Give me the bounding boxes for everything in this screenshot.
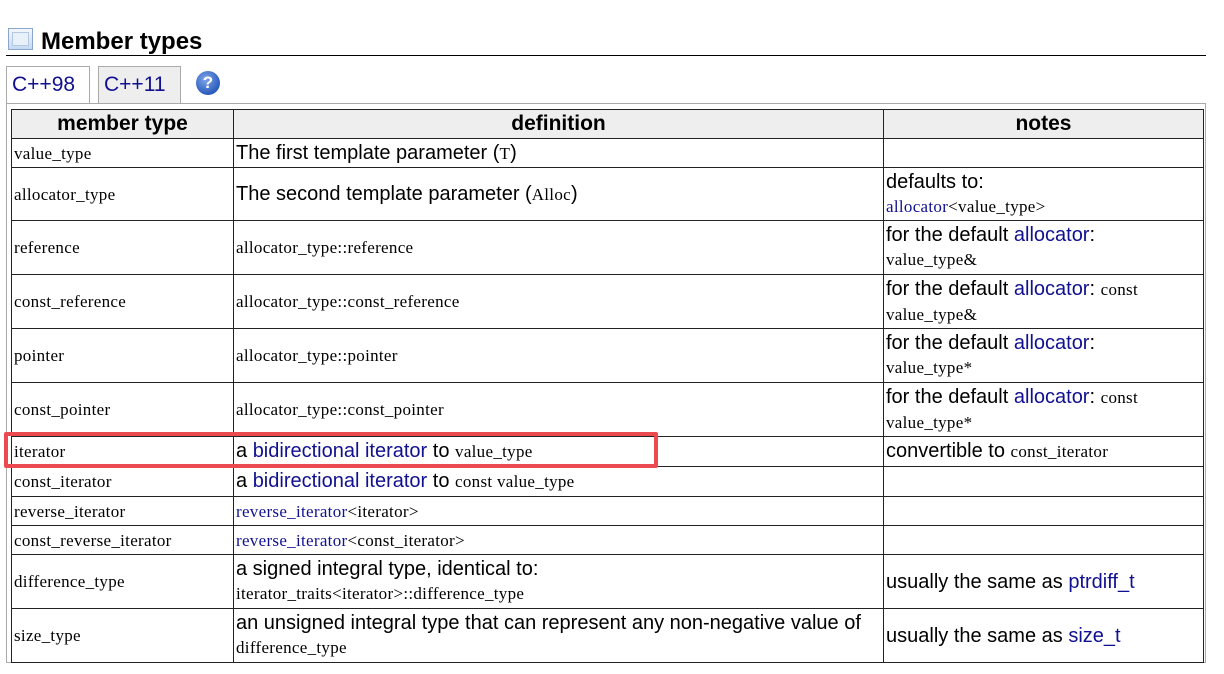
table-row: size_type an unsigned integral type that… [11, 608, 1204, 663]
member-name: size_type [11, 608, 234, 663]
definition-cell: a bidirectional iterator to const value_… [233, 466, 884, 497]
definition-cell: allocator_type::const_reference [233, 274, 884, 329]
definition-cell: reverse_iterator<const_iterator> [233, 525, 884, 555]
definition-cell: The second template parameter (Alloc) [233, 167, 884, 221]
notes-cell: for the default allocator: value_type* [883, 328, 1204, 383]
member-name: difference_type [11, 554, 234, 609]
allocator-link[interactable]: allocator [1014, 224, 1090, 246]
notes-cell: for the default allocator: value_type& [883, 220, 1204, 275]
table-row: const_pointer allocator_type::const_poin… [11, 382, 1204, 437]
tab-cpp98[interactable]: C++98 [6, 66, 90, 104]
definition-cell: reverse_iterator<iterator> [233, 496, 884, 526]
table-header-row: member type definition notes [11, 109, 1204, 139]
table-row: reverse_iterator reverse_iterator<iterat… [11, 496, 1204, 526]
member-name: value_type [11, 138, 234, 168]
notes-cell: convertible to const_iterator [883, 436, 1204, 467]
section-header: Member types [6, 26, 1206, 56]
definition-cell: allocator_type::reference [233, 220, 884, 275]
table-row: const_iterator a bidirectional iterator … [11, 466, 1204, 497]
definition-cell: allocator_type::const_pointer [233, 382, 884, 437]
allocator-link[interactable]: allocator [1014, 278, 1090, 300]
iterator-row-highlight [4, 432, 658, 468]
member-name: allocator_type [11, 167, 234, 221]
size-t-link[interactable]: size_t [1068, 625, 1120, 647]
table-row: pointer allocator_type::pointer for the … [11, 328, 1204, 383]
header-member-type: member type [11, 109, 234, 139]
member-types-table: member type definition notes value_type … [11, 109, 1204, 663]
member-name: pointer [11, 328, 234, 383]
header-notes: notes [883, 109, 1204, 139]
table-row: value_type The first template parameter … [11, 138, 1204, 168]
table-row: const_reference allocator_type::const_re… [11, 274, 1204, 329]
reverse-iterator-link[interactable]: reverse_iterator [236, 502, 347, 521]
section-title: Member types [41, 28, 203, 55]
notes-cell: for the default allocator: const value_ty… [883, 382, 1204, 437]
notes-cell [883, 466, 1204, 497]
table-row: const_reverse_iterator reverse_iterator<… [11, 525, 1204, 555]
notes-cell: usually the same as ptrdiff_t [883, 554, 1204, 609]
help-icon[interactable]: ? [196, 71, 220, 95]
tab-cpp11[interactable]: C++11 [98, 66, 181, 104]
allocator-link[interactable]: allocator [1014, 386, 1090, 408]
definition-cell: a signed integral type, identical to: ite… [233, 554, 884, 609]
reverse-iterator-link[interactable]: reverse_iterator [236, 531, 347, 550]
bidirectional-iterator-link[interactable]: bidirectional iterator [253, 470, 428, 492]
allocator-link[interactable]: allocator [886, 197, 948, 216]
header-definition: definition [233, 109, 884, 139]
member-name: const_reverse_iterator [11, 525, 234, 555]
notes-cell [883, 525, 1204, 555]
table-row: allocator_type The second template param… [11, 167, 1204, 221]
notes-cell: usually the same as size_t [883, 608, 1204, 663]
member-name: const_reference [11, 274, 234, 329]
notes-cell [883, 496, 1204, 526]
definition-cell: an unsigned integral type that can repre… [233, 608, 884, 663]
tab-bar: C++98 C++11 ? [6, 66, 1206, 104]
ptrdiff-t-link[interactable]: ptrdiff_t [1068, 571, 1134, 593]
table-row: difference_type a signed integral type, … [11, 554, 1204, 609]
allocator-link[interactable]: allocator [1014, 332, 1090, 354]
member-name: const_pointer [11, 382, 234, 437]
member-name: reference [11, 220, 234, 275]
notes-cell: defaults to: allocator<value_type> [883, 167, 1204, 221]
definition-cell: allocator_type::pointer [233, 328, 884, 383]
table-row: reference allocator_type::reference for … [11, 220, 1204, 275]
section-box-icon [8, 28, 33, 50]
notes-cell [883, 138, 1204, 168]
member-name: reverse_iterator [11, 496, 234, 526]
definition-cell: The first template parameter (T) [233, 138, 884, 168]
notes-cell: for the default allocator: const value_ty… [883, 274, 1204, 329]
member-name: const_iterator [11, 466, 234, 497]
